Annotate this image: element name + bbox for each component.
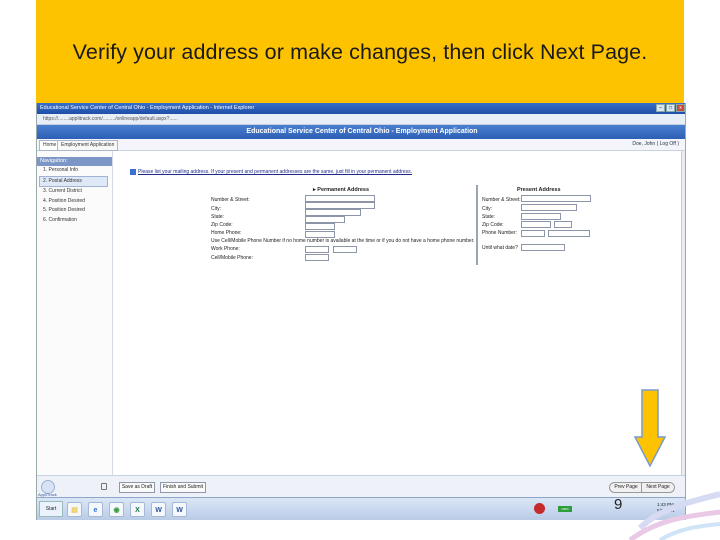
perm-cell-phone-input[interactable] [305,254,329,261]
perm-zip-input[interactable] [305,223,335,230]
close-button[interactable]: x [676,104,685,112]
pres-street-input[interactable] [521,195,591,202]
address-notice: Please list your mailing address. If you… [138,169,413,175]
perm-state-label: State: [211,214,225,220]
title-banner: Verify your address or make changes, the… [36,0,684,103]
vertical-scrollbar[interactable] [681,151,685,475]
pres-until-date-input[interactable] [521,244,565,251]
perm-street-label: Number & Street: [211,197,250,203]
app-footer: AppliTrack Save as Draft Finish and Subm… [37,475,685,497]
start-button[interactable]: Start [39,501,63,517]
cell-phone-hint: Use Cell/Mobile Phone Number if no home … [211,238,475,244]
perm-street-input-2[interactable] [305,202,375,209]
perm-city-input[interactable] [305,209,361,216]
navigation-sidebar: Navigation: 1. Personal Info 2. Postal A… [37,151,113,478]
windows-taskbar: Start ▤ e ◉ X W W 100% 1:43 PM 5/5/2014 [37,497,685,520]
pres-zip-ext-input[interactable] [554,221,572,228]
maximize-button[interactable]: □ [666,104,675,112]
column-divider [476,185,478,265]
lock-icon [101,483,107,490]
navigation-heading: Navigation: [37,157,112,166]
pres-state-select[interactable] [521,213,561,220]
slide-number: 9 [614,496,623,513]
pres-phone-input-2[interactable] [548,230,590,237]
tray-alert-icon[interactable] [534,503,545,514]
pres-city-input[interactable] [521,204,577,211]
app-tab-row: Home Employment Application [37,139,685,151]
finish-and-submit-button[interactable]: Finish and Submit [160,482,206,493]
decorative-swirl-icon [628,491,720,540]
window-controls: – □ x [656,104,685,112]
perm-home-phone-label: Home Phone: [211,230,242,236]
ie-icon[interactable]: e [88,502,103,517]
nav-item-position-desired[interactable]: 4. Position Desired [37,197,112,207]
slide-title: Verify your address or make changes, the… [72,40,648,64]
folder-icon[interactable]: ▤ [67,502,82,517]
save-as-draft-button[interactable]: Save as Draft [119,482,155,493]
word-icon[interactable]: W [151,502,166,517]
perm-work-phone-ext-input[interactable] [333,246,357,253]
perm-street-input[interactable] [305,195,375,202]
perm-home-phone-input[interactable] [305,231,335,238]
pres-phone-label: Phone Number: [482,230,518,236]
user-logoff-link[interactable]: Doe, John ( Log Off ) [632,141,679,147]
pres-until-date-label: Until what date? [482,245,518,251]
pres-phone-input[interactable] [521,230,545,237]
app-header-title: Educational Service Center of Central Oh… [37,125,685,139]
nav-item-postal-address[interactable]: 2. Postal Address [39,175,108,187]
pres-zip-input[interactable] [521,221,551,228]
perm-work-phone-label: Work Phone: [211,246,240,252]
battery-indicator: 100% [558,506,572,512]
nav-item-current-district[interactable]: 3. Current District [37,187,112,197]
perm-city-label: City: [211,206,221,212]
minimize-button[interactable]: – [656,104,665,112]
perm-cell-phone-label: Cell/Mobile Phone: [211,255,253,261]
nav-item-position-desired-2[interactable]: 5. Position Desired [37,206,112,216]
down-arrow-icon [634,389,666,467]
word-icon-2[interactable]: W [172,502,187,517]
chrome-icon[interactable]: ◉ [109,502,124,517]
pres-state-label: State: [482,214,496,220]
slide: Verify your address or make changes, the… [0,0,720,540]
excel-icon[interactable]: X [130,502,145,517]
browser-window-title: Educational Service Center of Central Oh… [40,105,255,111]
pres-zip-label: Zip Code: [482,222,504,228]
info-icon [130,169,136,175]
present-address-heading: Present Address [517,187,561,193]
perm-zip-label: Zip Code: [211,222,233,228]
pres-street-label: Number & Street: [482,197,521,203]
permanent-address-heading: ▸ Permanent Address [313,187,370,193]
address-bar[interactable]: https://........applitrack.com/.........… [37,114,685,125]
nav-item-personal-info[interactable]: 1. Personal Info [37,166,112,176]
pres-city-label: City: [482,206,492,212]
nav-item-confirmation[interactable]: 6. Confirmation [37,216,112,226]
browser-screenshot: Educational Service Center of Central Oh… [36,103,686,520]
perm-state-select[interactable] [305,216,345,223]
browser-title-bar: Educational Service Center of Central Oh… [37,103,685,114]
tab-employment-application[interactable]: Employment Application [57,140,119,151]
perm-work-phone-input[interactable] [305,246,329,253]
